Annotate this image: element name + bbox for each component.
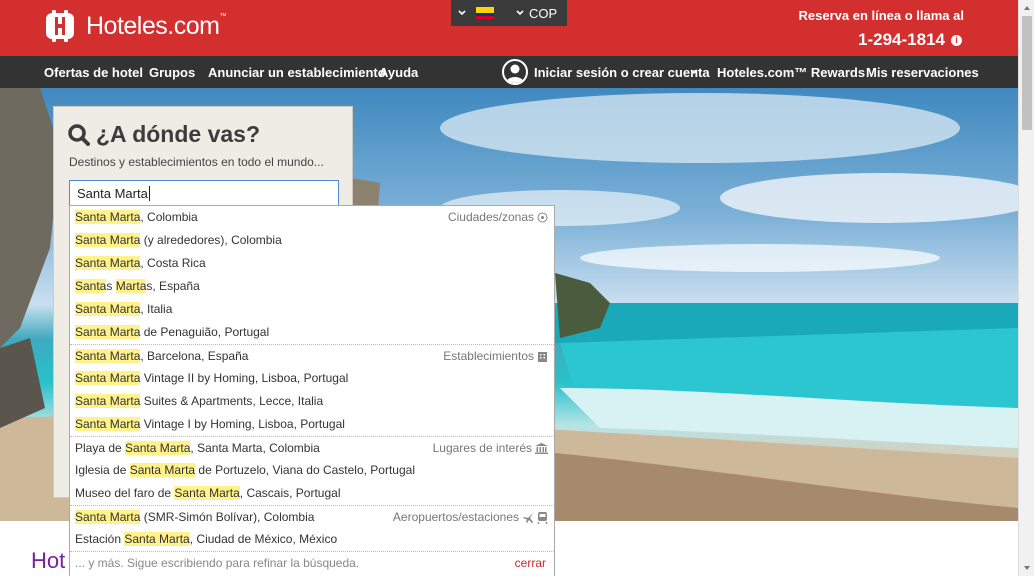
colombia-flag-icon[interactable] [476,7,494,19]
suggestion-item[interactable]: Museo del faro de Santa Marta, Cascais, … [70,482,554,505]
nav-reservations[interactable]: Mis reservaciones [866,65,979,80]
suggestion-item[interactable]: Santa Marta, Costa Rica [70,252,554,275]
close-dropdown-link[interactable]: cerrar [515,552,546,575]
suggestion-item[interactable]: Santas Martas, España [70,275,554,298]
suggestion-item[interactable]: Playa de Santa Marta, Santa Marta, Colom… [70,436,554,459]
main-nav: Ofertas de hotel Grupos Anunciar un esta… [0,56,1018,88]
user-avatar-icon[interactable] [502,59,528,85]
search-icon [68,123,90,146]
category-landmarks: Lugares de interés [433,437,548,460]
info-icon[interactable]: i [951,34,962,46]
hotel-logo-icon [46,10,74,42]
destination-input[interactable]: Santa Marta [69,180,339,207]
page-scrollbar[interactable] [1018,0,1034,576]
landmark-icon [535,443,548,454]
nav-signin[interactable]: Iniciar sesión o crear cuenta [534,65,710,80]
scroll-up-icon[interactable] [1023,4,1031,12]
suggestion-item[interactable]: Santa Marta, Colombia Ciudades/zonas [70,206,554,229]
suggestion-item[interactable]: Santa Marta Suites & Apartments, Lecce, … [70,390,554,413]
suggestion-item[interactable]: Iglesia de Santa Marta de Portuzelo, Via… [70,459,554,482]
suggestion-item[interactable]: Santa Marta Vintage II by Homing, Lisboa… [70,367,554,390]
brand-tm: ™ [219,12,227,20]
scroll-thumb[interactable] [1022,16,1032,130]
category-airports: Aeropuertos/estaciones [393,506,548,529]
train-icon [537,511,548,524]
search-subtitle: Destinos y establecimientos en todo el m… [69,155,324,169]
more-results-hint: ... y más. Sigue escribiendo para refina… [70,551,554,574]
building-icon [538,352,547,362]
airplane-icon [523,512,533,523]
target-icon [537,212,548,223]
search-title: ¿A dónde vas? [68,121,260,148]
contact-label: Reserva en línea o llama al [798,8,964,23]
chevron-down-icon [690,69,698,75]
chevron-down-icon [516,10,524,16]
currency-selector[interactable]: COP [529,6,557,21]
section-heading: Hot [31,548,66,573]
suggestion-item[interactable]: Santa Marta (y alrededores), Colombia [70,229,554,252]
destination-input-value: Santa Marta [77,186,148,201]
suggestion-item[interactable]: Santa Marta de Penaguião, Portugal [70,321,554,344]
nav-help[interactable]: Ayuda [379,65,418,80]
category-cities: Ciudades/zonas [448,206,548,229]
nav-groups[interactable]: Grupos [149,65,195,80]
suggestion-item[interactable]: Santa Marta Vintage I by Homing, Lisboa,… [70,413,554,436]
nav-offers[interactable]: Ofertas de hotel [44,65,143,80]
suggestion-item[interactable]: Santa Marta (SMR-Simón Bolívar), Colombi… [70,505,554,528]
contact-phone: 1-294-1814 i [858,30,962,50]
suggestion-item[interactable]: Santa Marta, Barcelona, España Estableci… [70,344,554,367]
top-bar: Hoteles.com ™ COP Reserva en línea o lla… [0,0,1018,56]
hoteles-logo[interactable]: Hoteles.com ™ [44,10,226,42]
autocomplete-dropdown: Santa Marta, Colombia Ciudades/zonas San… [69,205,555,576]
category-properties: Establecimientos [443,345,548,368]
chevron-down-icon [458,10,466,16]
scroll-down-icon[interactable] [1023,564,1031,572]
brand-name: Hoteles.com [86,11,220,40]
phone-number[interactable]: 1-294-1814 [858,30,945,50]
locale-selector[interactable]: COP [451,0,567,26]
more-results-text: ... y más. Sigue escribiendo para refina… [75,556,360,570]
search-title-text: ¿A dónde vas? [96,121,260,147]
suggestion-item[interactable]: Estación Santa Marta, Ciudad de México, … [70,528,554,551]
nav-advertise[interactable]: Anunciar un establecimiento [208,65,386,80]
nav-rewards[interactable]: Hoteles.com™ Rewards [717,65,865,80]
suggestion-item[interactable]: Santa Marta, Italia [70,298,554,321]
